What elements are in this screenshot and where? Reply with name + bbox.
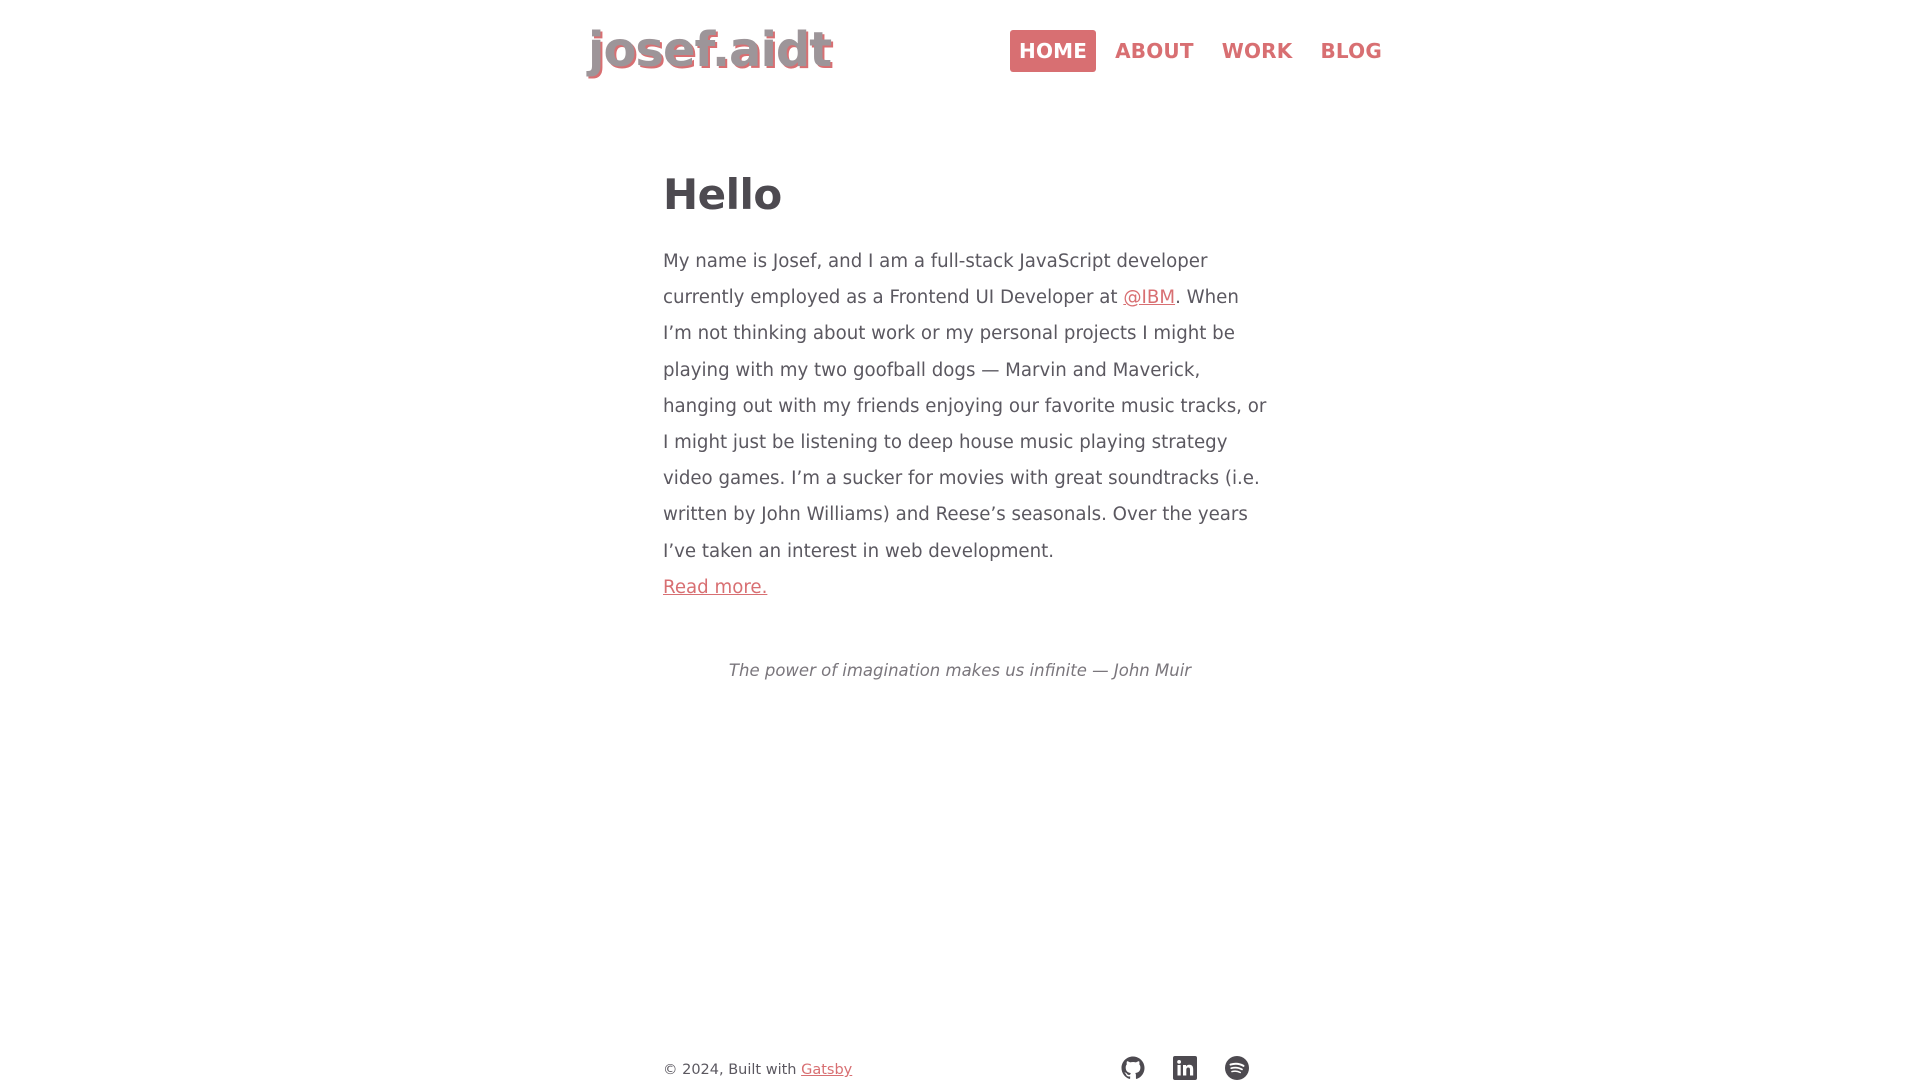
nav-about[interactable]: ABOUT [1106, 30, 1203, 72]
main-content: Hello My name is Josef, and I am a full-… [663, 164, 1273, 606]
spotify-icon[interactable] [1225, 1056, 1249, 1080]
page: josef.aidt HOME ABOUT WORK BLOG Hello My… [0, 0, 1920, 1080]
nav-work[interactable]: WORK [1213, 30, 1302, 72]
site-footer: © 2024, Built with Gatsby [663, 1056, 1253, 1080]
linkedin-icon[interactable] [1173, 1056, 1197, 1080]
intro-text-end: . When I’m not thinking about work or my… [663, 287, 1267, 562]
page-title: Hello [663, 170, 782, 219]
site-logo[interactable]: josef.aidt [588, 18, 832, 82]
site-header: josef.aidt HOME ABOUT WORK BLOG [0, 0, 1920, 104]
github-icon[interactable] [1121, 1056, 1145, 1080]
github-icon-svg [1121, 1056, 1145, 1079]
main-nav: HOME ABOUT WORK BLOG [1010, 30, 1391, 72]
copyright-text: © 2024, Built with [663, 1062, 802, 1078]
intro-paragraph: My name is Josef, and I am a full-stack … [663, 244, 1273, 570]
linkedin-icon-svg [1173, 1056, 1197, 1080]
spotify-icon-svg [1225, 1056, 1249, 1080]
footer-copyright: © 2024, Built with Gatsby [663, 1060, 852, 1080]
nav-blog[interactable]: BLOG [1311, 30, 1391, 72]
ibm-link[interactable]: @IBM [1123, 287, 1175, 308]
gatsby-link[interactable]: Gatsby [801, 1062, 852, 1078]
nav-home[interactable]: HOME [1010, 30, 1097, 72]
read-more-link[interactable]: Read more. [663, 570, 767, 606]
social-links [1121, 1056, 1249, 1080]
quote: The power of imagination makes us infini… [728, 661, 1192, 680]
